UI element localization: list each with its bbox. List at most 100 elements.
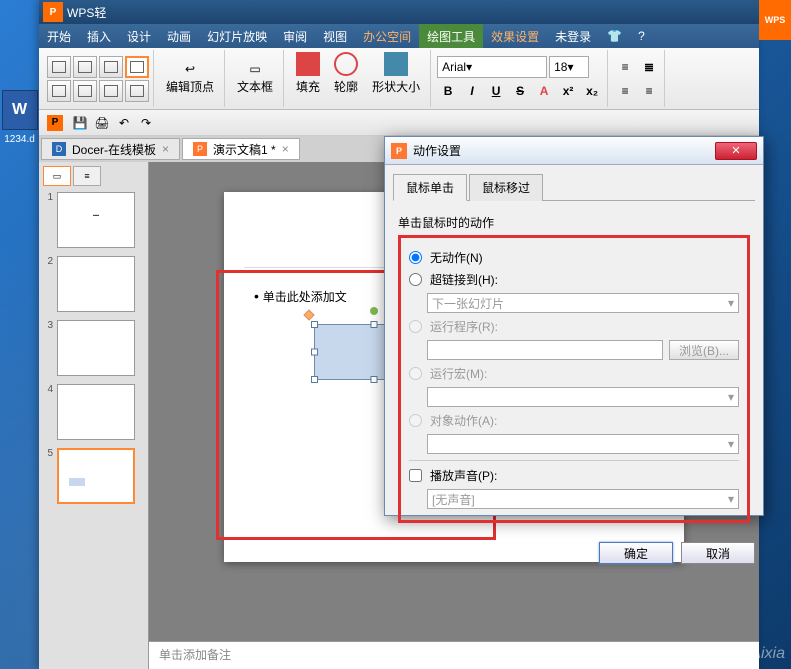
qat-app-icon: P [47,115,63,131]
ok-button[interactable]: 确定 [599,542,673,564]
layout-btn-5[interactable] [47,80,71,102]
radio-none[interactable] [409,251,422,264]
rotate-handle[interactable] [370,307,378,315]
menu-help-icon[interactable]: ? [630,24,653,48]
layout-btn-4[interactable] [125,56,149,78]
print-icon[interactable]: 🖨 [93,114,111,132]
thumbnail-1[interactable]: 1━━ [43,192,144,248]
chevron-down-icon: ▾ [567,60,573,74]
sound-select[interactable]: [无声音]▾ [427,489,739,509]
resize-handle-nw[interactable] [311,321,318,328]
resize-handle-s[interactable] [371,376,378,383]
close-icon[interactable]: × [282,142,289,156]
layout-btn-8[interactable] [125,80,149,102]
watermark: Aixia [750,645,785,663]
resize-handle-n[interactable] [371,321,378,328]
file-label: 1234.d [0,134,39,145]
bullets-button[interactable]: ≡ [614,56,636,78]
layout-btn-7[interactable] [99,80,123,102]
outline-icon [334,52,358,76]
bold-button[interactable]: B [437,80,459,102]
tab-presentation[interactable]: P 演示文稿1 * × [182,138,300,160]
chevron-down-icon: ▾ [728,437,734,451]
menu-draw[interactable]: 绘图工具 [419,24,483,48]
browse-button[interactable]: 浏览(B)... [669,340,739,360]
notes-field[interactable]: 单击添加备注 [149,641,759,669]
menu-login[interactable]: 未登录 [547,24,599,48]
chevron-down-icon: ▾ [728,492,734,506]
vertex-icon: ↩ [185,62,195,76]
menu-design[interactable]: 设计 [119,24,159,48]
chevron-down-icon: ▾ [728,296,734,310]
chevron-down-icon: ▾ [728,390,734,404]
fill-icon [296,52,320,76]
menu-anim[interactable]: 动画 [159,24,199,48]
tab-mouse-click[interactable]: 鼠标单击 [393,174,467,201]
thumbnail-2[interactable]: 2 [43,256,144,312]
save-icon[interactable]: 💾 [71,114,89,132]
font-name-select[interactable]: Arial ▾ [437,56,547,78]
align-center-button[interactable]: ≡ [638,80,660,102]
numbering-button[interactable]: ≣ [638,56,660,78]
docer-icon: D [52,142,66,156]
menu-slideshow[interactable]: 幻灯片放映 [199,24,275,48]
app-icon: P [43,2,63,22]
textbox-button[interactable]: ▭ 文本框 [231,60,279,97]
program-path-input[interactable] [427,340,663,360]
superscript-button[interactable]: x² [557,80,579,102]
close-icon[interactable]: × [162,142,169,156]
menu-insert[interactable]: 插入 [79,24,119,48]
menu-start[interactable]: 开始 [39,24,79,48]
thumb-tab-outline[interactable]: ≡ [73,166,101,186]
title-bar: P WPS轻 [39,0,759,24]
textbox-icon: ▭ [249,62,260,76]
hyperlink-select[interactable]: 下一张幻灯片▾ [427,293,739,313]
menu-tshirt-icon[interactable]: 👕 [599,24,630,48]
underline-button[interactable]: U [485,80,507,102]
shapesize-button[interactable]: 形状大小 [366,50,426,107]
quick-access-toolbar: P 💾 🖨 ↶ ↷ [39,110,759,136]
thumbnail-4[interactable]: 4 [43,384,144,440]
edit-vertex-button[interactable]: ↩ 编辑顶点 [160,60,220,97]
thumbnail-5[interactable]: 5 [43,448,144,504]
align-left-button[interactable]: ≡ [614,80,636,102]
undo-icon[interactable]: ↶ [115,114,133,132]
thumbnail-panel: ▭ ≡ 1━━ 2 3 4 5 [39,162,149,669]
layout-btn-3[interactable] [99,56,123,78]
dialog-close-button[interactable]: ✕ [715,142,757,160]
menu-office[interactable]: 办公空间 [355,24,419,48]
strike-button[interactable]: S [509,80,531,102]
radio-hyperlink[interactable] [409,273,422,286]
tab-docer[interactable]: D Docer-在线模板 × [41,138,180,160]
layout-btn-1[interactable] [47,56,71,78]
radio-run-macro [409,367,422,380]
cancel-button[interactable]: 取消 [681,542,755,564]
ribbon: ↩ 编辑顶点 ▭ 文本框 填充 轮廓 形状大小 [39,48,759,110]
layout-btn-2[interactable] [73,56,97,78]
word-doc-icon[interactable]: W [2,90,38,130]
outline-button[interactable]: 轮廓 [328,50,364,107]
radio-run-program[interactable] [409,320,422,333]
font-size-select[interactable]: 18 ▾ [549,56,589,78]
resize-handle-sw[interactable] [311,376,318,383]
font-color-button[interactable]: A [533,80,555,102]
radio-object-action [409,414,422,427]
tab-mouse-over[interactable]: 鼠标移过 [469,174,543,201]
thumb-tab-slides[interactable]: ▭ [43,166,71,186]
thumbnail-3[interactable]: 3 [43,320,144,376]
checkbox-play-sound[interactable] [409,469,422,482]
highlight-box-dialog: 无动作(N) 超链接到(H): 下一张幻灯片▾ 运行程序(R): 浏览(B)..… [398,235,750,523]
resize-handle-w[interactable] [311,349,318,356]
dialog-titlebar[interactable]: P 动作设置 ✕ [385,137,763,165]
italic-button[interactable]: I [461,80,483,102]
subscript-button[interactable]: x₂ [581,80,603,102]
menu-view[interactable]: 视图 [315,24,355,48]
menu-review[interactable]: 审阅 [275,24,315,48]
dialog-icon: P [391,143,407,159]
macro-select: ▾ [427,387,739,407]
fill-button[interactable]: 填充 [290,50,326,107]
layout-btn-6[interactable] [73,80,97,102]
redo-icon[interactable]: ↷ [137,114,155,132]
wps-side-badge: WPS [759,0,791,40]
menu-effect[interactable]: 效果设置 [483,24,547,48]
